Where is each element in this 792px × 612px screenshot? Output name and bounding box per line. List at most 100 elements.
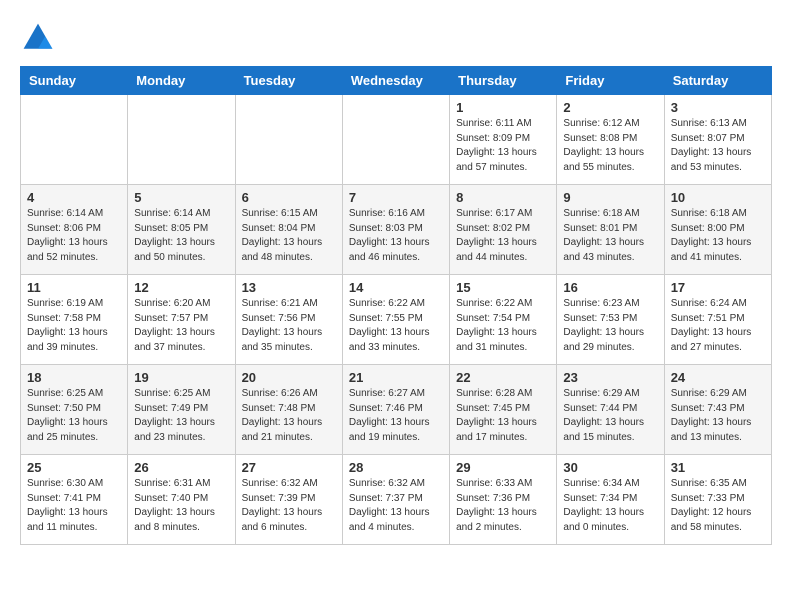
- calendar-cell: 31 Sunrise: 6:35 AM Sunset: 7:33 PM Dayli…: [664, 455, 771, 545]
- day-number: 31: [671, 460, 765, 475]
- day-number: 23: [563, 370, 657, 385]
- day-number: 26: [134, 460, 228, 475]
- day-number: 1: [456, 100, 550, 115]
- day-number: 9: [563, 190, 657, 205]
- cell-info: Sunrise: 6:16 AM Sunset: 8:03 PM Dayligh…: [349, 207, 443, 265]
- calendar-table: SundayMondayTuesdayWednesdayThursdayFrid…: [20, 66, 772, 545]
- cell-info: Sunrise: 6:28 AM Sunset: 7:45 PM Dayligh…: [456, 387, 550, 445]
- day-number: 16: [563, 280, 657, 295]
- cell-info: Sunrise: 6:27 AM Sunset: 7:46 PM Dayligh…: [349, 387, 443, 445]
- day-number: 13: [242, 280, 336, 295]
- cell-info: Sunrise: 6:18 AM Sunset: 8:00 PM Dayligh…: [671, 207, 765, 265]
- weekday-header: Tuesday: [235, 67, 342, 95]
- day-number: 17: [671, 280, 765, 295]
- calendar-cell: 26 Sunrise: 6:31 AM Sunset: 7:40 PM Dayli…: [128, 455, 235, 545]
- calendar-cell: [128, 95, 235, 185]
- calendar-cell: 18 Sunrise: 6:25 AM Sunset: 7:50 PM Dayli…: [21, 365, 128, 455]
- calendar-week-row: 18 Sunrise: 6:25 AM Sunset: 7:50 PM Dayli…: [21, 365, 772, 455]
- day-number: 10: [671, 190, 765, 205]
- cell-info: Sunrise: 6:22 AM Sunset: 7:55 PM Dayligh…: [349, 297, 443, 355]
- calendar-cell: 9 Sunrise: 6:18 AM Sunset: 8:01 PM Daylig…: [557, 185, 664, 275]
- day-number: 4: [27, 190, 121, 205]
- day-number: 3: [671, 100, 765, 115]
- cell-info: Sunrise: 6:32 AM Sunset: 7:39 PM Dayligh…: [242, 477, 336, 535]
- cell-info: Sunrise: 6:20 AM Sunset: 7:57 PM Dayligh…: [134, 297, 228, 355]
- cell-info: Sunrise: 6:17 AM Sunset: 8:02 PM Dayligh…: [456, 207, 550, 265]
- calendar-cell: [21, 95, 128, 185]
- calendar-cell: 13 Sunrise: 6:21 AM Sunset: 7:56 PM Dayli…: [235, 275, 342, 365]
- day-number: 12: [134, 280, 228, 295]
- weekday-header: Monday: [128, 67, 235, 95]
- calendar-cell: 10 Sunrise: 6:18 AM Sunset: 8:00 PM Dayli…: [664, 185, 771, 275]
- logo: [20, 20, 60, 56]
- cell-info: Sunrise: 6:19 AM Sunset: 7:58 PM Dayligh…: [27, 297, 121, 355]
- calendar-cell: 17 Sunrise: 6:24 AM Sunset: 7:51 PM Dayli…: [664, 275, 771, 365]
- cell-info: Sunrise: 6:23 AM Sunset: 7:53 PM Dayligh…: [563, 297, 657, 355]
- calendar-cell: 2 Sunrise: 6:12 AM Sunset: 8:08 PM Daylig…: [557, 95, 664, 185]
- cell-info: Sunrise: 6:13 AM Sunset: 8:07 PM Dayligh…: [671, 117, 765, 175]
- cell-info: Sunrise: 6:25 AM Sunset: 7:50 PM Dayligh…: [27, 387, 121, 445]
- day-number: 2: [563, 100, 657, 115]
- day-number: 5: [134, 190, 228, 205]
- calendar-week-row: 11 Sunrise: 6:19 AM Sunset: 7:58 PM Dayli…: [21, 275, 772, 365]
- calendar-cell: 7 Sunrise: 6:16 AM Sunset: 8:03 PM Daylig…: [342, 185, 449, 275]
- calendar-week-row: 4 Sunrise: 6:14 AM Sunset: 8:06 PM Daylig…: [21, 185, 772, 275]
- calendar-cell: [342, 95, 449, 185]
- day-number: 18: [27, 370, 121, 385]
- calendar-week-row: 25 Sunrise: 6:30 AM Sunset: 7:41 PM Dayli…: [21, 455, 772, 545]
- calendar-cell: 19 Sunrise: 6:25 AM Sunset: 7:49 PM Dayli…: [128, 365, 235, 455]
- day-number: 7: [349, 190, 443, 205]
- calendar-cell: 30 Sunrise: 6:34 AM Sunset: 7:34 PM Dayli…: [557, 455, 664, 545]
- day-number: 29: [456, 460, 550, 475]
- cell-info: Sunrise: 6:26 AM Sunset: 7:48 PM Dayligh…: [242, 387, 336, 445]
- calendar-cell: 11 Sunrise: 6:19 AM Sunset: 7:58 PM Dayli…: [21, 275, 128, 365]
- cell-info: Sunrise: 6:25 AM Sunset: 7:49 PM Dayligh…: [134, 387, 228, 445]
- day-number: 11: [27, 280, 121, 295]
- day-number: 30: [563, 460, 657, 475]
- cell-info: Sunrise: 6:11 AM Sunset: 8:09 PM Dayligh…: [456, 117, 550, 175]
- calendar-cell: 25 Sunrise: 6:30 AM Sunset: 7:41 PM Dayli…: [21, 455, 128, 545]
- day-number: 19: [134, 370, 228, 385]
- cell-info: Sunrise: 6:14 AM Sunset: 8:06 PM Dayligh…: [27, 207, 121, 265]
- day-number: 22: [456, 370, 550, 385]
- cell-info: Sunrise: 6:31 AM Sunset: 7:40 PM Dayligh…: [134, 477, 228, 535]
- logo-icon: [20, 20, 56, 56]
- calendar-cell: 29 Sunrise: 6:33 AM Sunset: 7:36 PM Dayli…: [450, 455, 557, 545]
- day-number: 27: [242, 460, 336, 475]
- cell-info: Sunrise: 6:30 AM Sunset: 7:41 PM Dayligh…: [27, 477, 121, 535]
- cell-info: Sunrise: 6:15 AM Sunset: 8:04 PM Dayligh…: [242, 207, 336, 265]
- calendar-cell: 15Sunrise: 6:22 AM Sunset: 7:54 PM Dayli…: [450, 275, 557, 365]
- calendar-cell: 23Sunrise: 6:29 AM Sunset: 7:44 PM Dayli…: [557, 365, 664, 455]
- calendar-cell: 21 Sunrise: 6:27 AM Sunset: 7:46 PM Dayli…: [342, 365, 449, 455]
- cell-info: Sunrise: 6:33 AM Sunset: 7:36 PM Dayligh…: [456, 477, 550, 535]
- calendar-cell: 4 Sunrise: 6:14 AM Sunset: 8:06 PM Daylig…: [21, 185, 128, 275]
- weekday-header: Sunday: [21, 67, 128, 95]
- calendar-cell: 6 Sunrise: 6:15 AM Sunset: 8:04 PM Daylig…: [235, 185, 342, 275]
- day-number: 8: [456, 190, 550, 205]
- calendar-cell: 3 Sunrise: 6:13 AM Sunset: 8:07 PM Daylig…: [664, 95, 771, 185]
- calendar-cell: [235, 95, 342, 185]
- calendar-week-row: 1 Sunrise: 6:11 AM Sunset: 8:09 PM Daylig…: [21, 95, 772, 185]
- cell-info: Sunrise: 6:35 AM Sunset: 7:33 PM Dayligh…: [671, 477, 765, 535]
- weekday-header: Thursday: [450, 67, 557, 95]
- day-number: 21: [349, 370, 443, 385]
- weekday-header: Friday: [557, 67, 664, 95]
- cell-info: Sunrise: 6:24 AM Sunset: 7:51 PM Dayligh…: [671, 297, 765, 355]
- calendar-cell: 14 Sunrise: 6:22 AM Sunset: 7:55 PM Dayli…: [342, 275, 449, 365]
- cell-info: Sunrise: 6:34 AM Sunset: 7:34 PM Dayligh…: [563, 477, 657, 535]
- day-number: 14: [349, 280, 443, 295]
- cell-info: Sunrise: 6:32 AM Sunset: 7:37 PM Dayligh…: [349, 477, 443, 535]
- day-number: 28: [349, 460, 443, 475]
- day-number: 25: [27, 460, 121, 475]
- cell-info: Sunrise: 6:21 AM Sunset: 7:56 PM Dayligh…: [242, 297, 336, 355]
- day-number: 6: [242, 190, 336, 205]
- calendar-cell: 22 Sunrise: 6:28 AM Sunset: 7:45 PM Dayli…: [450, 365, 557, 455]
- calendar-cell: 16 Sunrise: 6:23 AM Sunset: 7:53 PM Dayli…: [557, 275, 664, 365]
- page-header: [20, 20, 772, 56]
- calendar-cell: 24Sunrise: 6:29 AM Sunset: 7:43 PM Dayli…: [664, 365, 771, 455]
- cell-info: Sunrise: 6:14 AM Sunset: 8:05 PM Dayligh…: [134, 207, 228, 265]
- day-number: 15: [456, 280, 550, 295]
- cell-info: Sunrise: 6:12 AM Sunset: 8:08 PM Dayligh…: [563, 117, 657, 175]
- calendar-cell: 20Sunrise: 6:26 AM Sunset: 7:48 PM Dayli…: [235, 365, 342, 455]
- cell-info: Sunrise: 6:18 AM Sunset: 8:01 PM Dayligh…: [563, 207, 657, 265]
